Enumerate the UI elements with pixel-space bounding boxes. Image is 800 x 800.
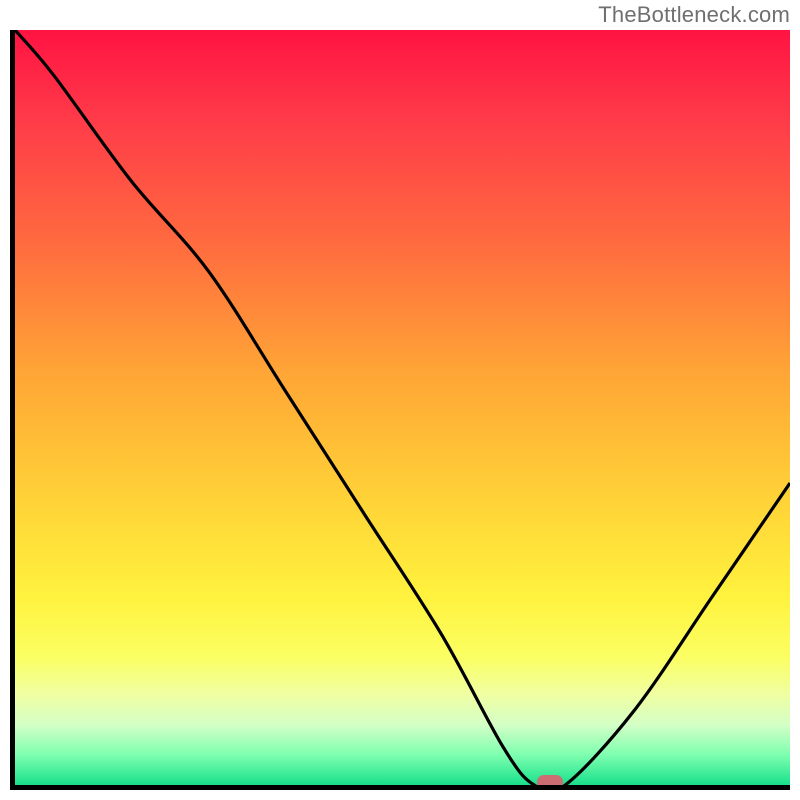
bottleneck-curve — [15, 30, 790, 785]
plot-axes — [10, 30, 790, 790]
plot-area — [15, 30, 790, 785]
watermark-label: TheBottleneck.com — [598, 2, 790, 28]
chart-container: TheBottleneck.com — [0, 0, 800, 800]
optimal-point-marker — [537, 775, 563, 785]
